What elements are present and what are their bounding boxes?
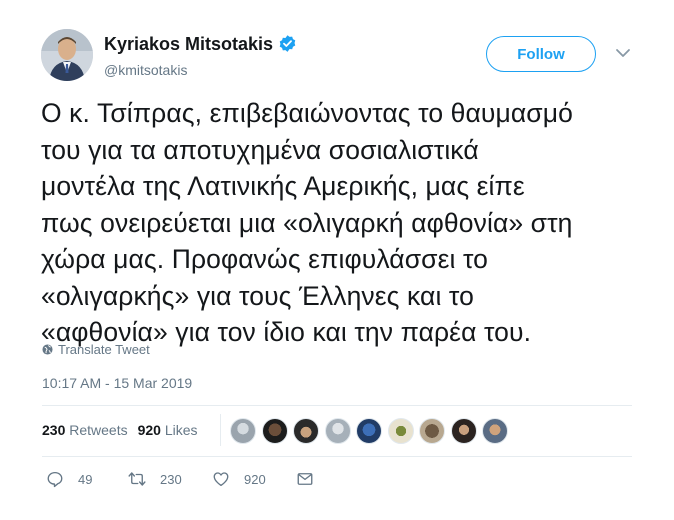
liker-avatar[interactable] [482, 418, 508, 444]
retweets-count: 230 [42, 422, 66, 438]
author-handle[interactable]: @kmitsotakis [104, 62, 187, 78]
reply-icon [47, 471, 63, 488]
translate-tweet-link[interactable]: Translate Tweet [42, 342, 150, 357]
likes-count: 920 [137, 422, 161, 438]
author-avatar[interactable] [41, 29, 93, 81]
retweets-stat[interactable]: 230 Retweets [42, 422, 128, 438]
retweet-action[interactable]: 230 [128, 470, 182, 488]
likes-label: Likes [164, 422, 198, 438]
mail-icon [297, 473, 313, 485]
verified-badge-icon [279, 35, 296, 52]
liker-avatar[interactable] [293, 418, 319, 444]
reply-action[interactable]: 49 [46, 470, 92, 488]
like-count: 920 [244, 471, 266, 487]
liker-avatar[interactable] [387, 418, 414, 444]
tweet-card: Kyriakos Mitsotakis @kmitsotakis Follow … [0, 0, 674, 520]
globe-icon [42, 344, 53, 355]
tweet-text-line: μοντέλα της Λατινικής Αμερικής, μας είπε [41, 171, 525, 201]
tweet-timestamp[interactable]: 10:17 AM - 15 Mar 2019 [42, 375, 192, 391]
liker-avatar[interactable] [230, 418, 256, 444]
retweets-label: Retweets [69, 422, 128, 438]
heart-icon [213, 472, 229, 487]
author-name-text[interactable]: Kyriakos Mitsotakis [104, 34, 273, 54]
divider [42, 456, 632, 457]
liker-avatar[interactable] [356, 418, 382, 444]
liker-avatars [230, 418, 514, 444]
retweet-count: 230 [160, 471, 182, 487]
tweet-text: Ο κ. Τσίπρας, επιβεβαιώνοντας το θαυμασμ… [41, 95, 641, 351]
direct-message-action[interactable] [296, 470, 328, 488]
liker-avatar[interactable] [324, 418, 351, 444]
tweet-text-line: χώρα μας. Προφανώς επιφυλάσσει το [41, 244, 488, 274]
retweet-icon [128, 472, 146, 486]
tweet-stats: 230 Retweets 920 Likes [42, 422, 198, 438]
tweet-text-line: «ολιγαρκής» για τους Έλληνες και το [41, 280, 474, 311]
reply-count: 49 [78, 471, 93, 487]
translate-tweet-label[interactable]: Translate Tweet [58, 342, 150, 357]
tweet-text-line: του για τα αποτυχημένα σοσιαλιστικά [41, 134, 479, 165]
likes-stat[interactable]: 920 Likes [138, 422, 198, 438]
tweet-text-line: πως ονειρεύεται μια «ολιγαρκή αφθονία» σ… [41, 207, 573, 238]
liker-avatar[interactable] [450, 418, 477, 444]
divider [42, 405, 632, 406]
tweet-text-line: Ο κ. Τσίπρας, επιβεβαιώνοντας το θαυμασμ… [41, 98, 573, 128]
chevron-down-icon[interactable] [615, 47, 631, 59]
stats-separator [220, 414, 221, 446]
follow-button[interactable]: Follow [486, 36, 596, 72]
liker-avatar[interactable] [419, 418, 445, 444]
liker-avatar[interactable] [261, 418, 288, 444]
author-name[interactable]: Kyriakos Mitsotakis [104, 34, 297, 55]
like-action[interactable]: 920 [212, 470, 266, 488]
